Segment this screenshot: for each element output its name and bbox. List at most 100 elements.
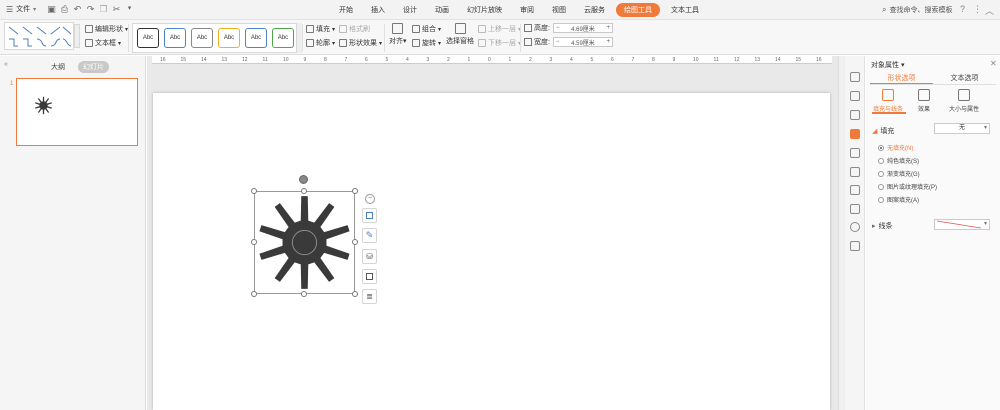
text-wrap-button[interactable]: ≣	[362, 289, 377, 304]
collapse-toolbar-icon[interactable]: −	[365, 194, 375, 204]
tab-0[interactable]: 开始	[330, 3, 362, 17]
archive-icon[interactable]	[850, 185, 860, 195]
tab-4[interactable]: 幻灯片放映	[458, 3, 511, 17]
history-icon[interactable]	[850, 204, 860, 214]
home-icon[interactable]	[850, 72, 860, 82]
tab-5[interactable]: 审阅	[511, 3, 543, 17]
quick-access-toolbar: ▣ ⎙ ↶ ↷ ❐ ✂ ▾	[47, 4, 134, 14]
cut-icon[interactable]: ✂	[112, 4, 121, 14]
shape-style-0[interactable]: Abc	[137, 28, 159, 48]
ruler-tick-label: 16	[816, 57, 822, 63]
rotate-handle[interactable]	[299, 175, 308, 184]
line-style-button[interactable]: ✎	[362, 228, 377, 243]
group-icon	[412, 25, 420, 33]
tab-2[interactable]: 设计	[394, 3, 426, 17]
tab-8[interactable]: 绘图工具	[616, 3, 660, 17]
subtab-effects[interactable]: 效果	[902, 89, 946, 113]
pictures-icon[interactable]	[850, 148, 860, 158]
width-spinner: 宽度: − 4.59厘米 +	[524, 37, 613, 47]
tab-6[interactable]: 视图	[543, 3, 575, 17]
shape-style-4[interactable]: Abc	[245, 28, 267, 48]
tab-text-options[interactable]: 文本选项	[933, 73, 996, 84]
collapse-panel-icon[interactable]: «	[4, 61, 8, 68]
shape-style-1[interactable]: Abc	[164, 28, 186, 48]
collapse-ribbon-icon[interactable]: ︿	[985, 4, 994, 17]
shape-effect-button[interactable]: 形状效果 ▾	[339, 38, 382, 48]
shape-style-3[interactable]: Abc	[218, 28, 240, 48]
increase-icon[interactable]: +	[606, 39, 610, 45]
width-input[interactable]: − 4.59厘米 +	[552, 37, 613, 47]
decrease-icon[interactable]: −	[556, 39, 560, 45]
fill-option-3[interactable]: 图片或纹理填充(P)	[878, 182, 937, 191]
increase-icon[interactable]: +	[606, 25, 610, 31]
fill-dropdown[interactable]: 无 ▾	[934, 123, 990, 134]
subtab-size[interactable]: 大小与属性	[942, 89, 986, 113]
resize-handle-ne[interactable]	[352, 188, 358, 194]
close-icon[interactable]: ✕	[990, 59, 997, 68]
more-icon[interactable]: ▾	[125, 4, 134, 14]
properties-icon[interactable]	[850, 129, 860, 139]
line-shape-gallery[interactable]	[4, 22, 74, 50]
copy-icon[interactable]: ❐	[99, 4, 108, 14]
group-button[interactable]: 组合 ▾	[412, 24, 441, 34]
layout-options-button[interactable]	[362, 208, 377, 223]
format-painter-button[interactable]: 格式刷	[339, 24, 370, 34]
shape-style-2[interactable]: Abc	[191, 28, 213, 48]
layers-icon[interactable]	[850, 91, 860, 101]
resize-handle-nw[interactable]	[251, 188, 257, 194]
resize-handle-n[interactable]	[301, 188, 307, 194]
fill-option-4[interactable]: 图案填充(A)	[878, 195, 919, 204]
print-icon[interactable]: ⎙	[60, 4, 69, 14]
edit-shape-button[interactable]: 编辑形状 ▾	[85, 24, 128, 34]
resize-handle-sw[interactable]	[251, 291, 257, 297]
tab-1[interactable]: 插入	[362, 3, 394, 17]
send-backward-button[interactable]: 下移一层 ▾	[478, 38, 521, 48]
slide-thumbnail[interactable]	[16, 78, 138, 146]
line-section-header[interactable]: ▸ 线条	[872, 221, 893, 231]
tab-7[interactable]: 云服务	[575, 3, 614, 17]
ruler-tick-label: 5	[590, 57, 594, 63]
shape-style-5[interactable]: Abc	[272, 28, 294, 48]
resize-handle-se[interactable]	[352, 291, 358, 297]
tab-shape-options[interactable]: 形状选项	[870, 73, 933, 84]
fill-option-1[interactable]: 纯色填充(S)	[878, 156, 919, 165]
line-dropdown[interactable]: ▾	[934, 219, 990, 230]
height-input[interactable]: − 4.69厘米 +	[552, 23, 613, 33]
fill-button[interactable]: 填充 ▾	[306, 24, 335, 34]
gallery-scrollbar[interactable]	[74, 24, 80, 48]
search-command[interactable]: ⌕ 查找命令、搜索模板	[882, 5, 952, 15]
shapes-icon[interactable]	[850, 110, 860, 120]
help-icon[interactable]: ?	[960, 4, 965, 14]
selection-pane-button[interactable]: 选择窗格	[446, 23, 474, 46]
file-menu[interactable]: ☰ 文件 ▾	[6, 4, 36, 14]
redo-icon[interactable]: ↷	[86, 4, 95, 14]
fill-style-button[interactable]: ⛁	[362, 249, 377, 264]
tab-slides[interactable]: 幻灯片	[78, 61, 109, 73]
resize-handle-e[interactable]	[352, 239, 358, 245]
chevron-down-icon: ▾	[983, 125, 987, 131]
align-button[interactable]: 对齐▾	[389, 23, 407, 46]
tab-9[interactable]: 文本工具	[662, 3, 708, 17]
undo-icon[interactable]: ↶	[73, 4, 82, 14]
resize-handle-w[interactable]	[251, 239, 257, 245]
fill-option-2[interactable]: 渐变填充(G)	[878, 169, 920, 178]
apps-icon[interactable]	[850, 241, 860, 251]
fill-option-0[interactable]: 无填充(N)	[878, 143, 913, 152]
tab-outline[interactable]: 大纲	[46, 61, 70, 73]
outline-button[interactable]: 轮廓 ▾	[306, 38, 335, 48]
help-circle-icon[interactable]	[850, 222, 860, 232]
resize-handle-s[interactable]	[301, 291, 307, 297]
decrease-icon[interactable]: −	[556, 25, 560, 31]
tab-3[interactable]: 动画	[426, 3, 458, 17]
text-box-button[interactable]: 文本框 ▾	[85, 38, 121, 48]
fill-section-header[interactable]: ◢ 填充	[872, 126, 894, 136]
more-options-icon[interactable]: ⋮	[973, 4, 982, 15]
rotate-button[interactable]: 旋转 ▾	[412, 38, 441, 48]
vertical-scrollbar[interactable]	[838, 56, 845, 410]
star-icon[interactable]	[850, 167, 860, 177]
save-icon[interactable]: ▣	[47, 4, 56, 14]
height-icon	[524, 24, 532, 32]
border-style-button[interactable]	[362, 269, 377, 284]
ruler-tick-label: 9	[672, 57, 676, 63]
bring-forward-button[interactable]: 上移一层 ▾	[478, 24, 521, 34]
